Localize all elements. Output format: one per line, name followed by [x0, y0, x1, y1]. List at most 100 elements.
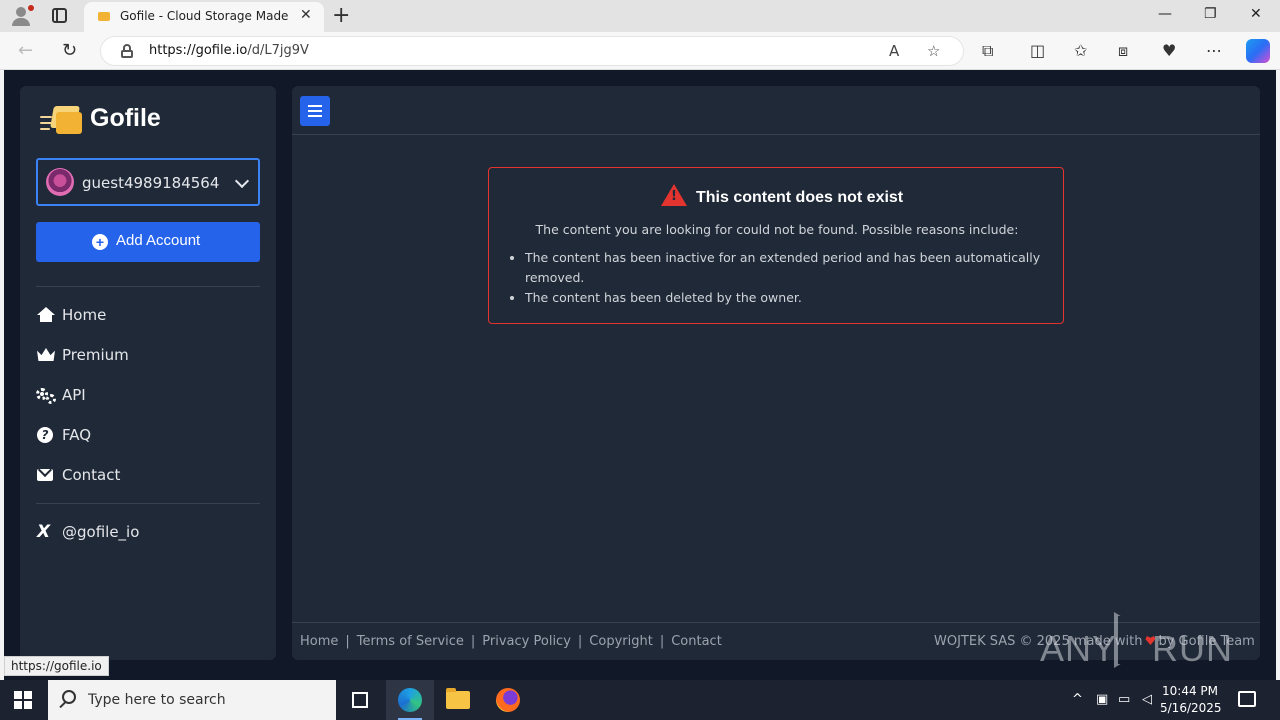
- footer-link-terms[interactable]: Terms of Service: [357, 634, 464, 649]
- sidebar-item-label: Premium: [62, 346, 129, 364]
- footer-links: Home | Terms of Service | Privacy Policy | Cop…: [300, 634, 722, 649]
- profile-icon[interactable]: [10, 5, 34, 27]
- favorites-icon[interactable]: ✩: [1074, 41, 1087, 60]
- footer-separator: |: [345, 634, 350, 649]
- footer-link-contact[interactable]: Contact: [671, 634, 722, 649]
- device-icon[interactable]: ▣: [1096, 692, 1108, 707]
- tab-actions-icon[interactable]: [52, 8, 67, 23]
- split-screen-icon[interactable]: ◫: [1030, 41, 1045, 60]
- social-handle: @gofile_io: [62, 523, 140, 541]
- alert-description: The content you are looking for could no…: [535, 222, 1019, 237]
- plus-circle-icon: +: [92, 234, 108, 250]
- performance-icon[interactable]: ♥: [1162, 41, 1176, 60]
- collections-icon[interactable]: ⧈: [1118, 41, 1128, 61]
- tab-close-icon[interactable]: ✕: [300, 7, 312, 23]
- taskbar-clock[interactable]: 10:44 PM 5/16/2025: [1160, 683, 1222, 717]
- alert-title: This content does not exist: [696, 189, 904, 206]
- add-account-button[interactable]: + Add Account: [36, 222, 260, 262]
- anyrun-watermark: ANY RUN: [1040, 612, 1232, 672]
- sidebar-divider: [36, 286, 260, 287]
- more-menu-icon[interactable]: ⋯: [1206, 41, 1222, 60]
- sidebar-item-contact[interactable]: Contact: [36, 460, 260, 490]
- sidebar-item-api[interactable]: API: [36, 380, 260, 410]
- header-divider: [292, 134, 1260, 135]
- edge-taskbar-button[interactable]: [386, 680, 434, 720]
- edge-icon: [398, 688, 422, 712]
- sidebar-item-label: API: [62, 386, 86, 404]
- hamburger-menu-button[interactable]: [300, 96, 330, 126]
- footer-separator: |: [659, 634, 665, 649]
- search-icon: [62, 690, 76, 704]
- search-placeholder: Type here to search: [88, 692, 226, 708]
- status-bar-url: https://gofile.io: [4, 656, 109, 676]
- new-tab-button[interactable]: +: [332, 3, 350, 28]
- sidebar-item-label: FAQ: [62, 426, 92, 444]
- page-background: Gofile guest4989184564 + Add Account Hom…: [4, 70, 1276, 680]
- chevron-down-icon: [234, 173, 250, 189]
- footer-link-home[interactable]: Home: [300, 634, 338, 649]
- reasons-list: The content has been inactive for an ext…: [525, 248, 1045, 308]
- notifications-icon[interactable]: [1238, 691, 1256, 707]
- minimize-button[interactable]: —: [1158, 6, 1172, 22]
- sidebar-item-faq[interactable]: ? FAQ: [36, 420, 260, 450]
- gofile-favicon-icon: [98, 12, 110, 21]
- browser-tab[interactable]: Gofile - Cloud Storage Made Sim ✕: [84, 2, 324, 32]
- network-icon[interactable]: ▭: [1118, 692, 1130, 707]
- footer-separator: |: [577, 634, 583, 649]
- windows-taskbar: Type here to search ^ ▣ ▭ ◁ 10:44 PM 5/1…: [0, 680, 1280, 720]
- lock-icon[interactable]: [121, 44, 133, 58]
- account-select[interactable]: guest4989184564: [36, 158, 260, 206]
- warning-triangle-icon: [661, 184, 687, 206]
- firefox-icon: [496, 688, 520, 712]
- footer-link-privacy[interactable]: Privacy Policy: [482, 634, 571, 649]
- sidebar-item-label: Home: [62, 306, 107, 324]
- list-item: The content has been inactive for an ext…: [525, 248, 1045, 288]
- gofile-logo-icon: [40, 104, 82, 136]
- read-aloud-icon[interactable]: A: [889, 42, 899, 60]
- clock-date: 5/16/2025: [1160, 701, 1222, 715]
- tab-title: Gofile - Cloud Storage Made Sim: [120, 9, 292, 23]
- gears-icon: [36, 385, 56, 405]
- folder-icon: [446, 688, 470, 709]
- main-panel: This content does not exist The content …: [292, 86, 1260, 660]
- brand-name: Gofile: [90, 104, 161, 132]
- footer-separator: |: [470, 634, 476, 649]
- back-icon[interactable]: ←: [18, 40, 33, 61]
- sidebar-divider: [36, 503, 260, 504]
- sidebar-item-premium[interactable]: Premium: [36, 340, 260, 370]
- volume-icon[interactable]: ◁: [1142, 692, 1152, 707]
- browser-tab-bar: Gofile - Cloud Storage Made Sim ✕ + — ❐ …: [0, 0, 1280, 32]
- url-text[interactable]: https://gofile.io/d/L7jg9V: [149, 43, 309, 58]
- copilot-icon[interactable]: [1246, 39, 1270, 63]
- account-name: guest4989184564: [82, 174, 220, 192]
- file-explorer-taskbar-button[interactable]: [434, 680, 482, 720]
- close-window-button[interactable]: ✕: [1250, 6, 1262, 22]
- crown-icon: [36, 345, 56, 365]
- avatar: [46, 168, 74, 196]
- add-account-label: Add Account: [116, 232, 201, 249]
- clock-time: 10:44 PM: [1162, 684, 1218, 698]
- sidebar-item-home[interactable]: Home: [36, 300, 260, 330]
- envelope-icon: [36, 465, 56, 485]
- brand-logo[interactable]: Gofile: [34, 100, 254, 140]
- tray-overflow-icon[interactable]: ^: [1072, 692, 1083, 707]
- list-item: The content has been deleted by the owne…: [525, 288, 1045, 308]
- sidebar-item-label: Contact: [62, 466, 121, 484]
- sidebar: Gofile guest4989184564 + Add Account Hom…: [20, 86, 276, 660]
- windows-start-icon[interactable]: [14, 691, 32, 709]
- refresh-icon[interactable]: ↻: [62, 40, 77, 61]
- url-field[interactable]: https://gofile.io/d/L7jg9V A ☆: [100, 36, 964, 66]
- restore-button[interactable]: ❐: [1204, 6, 1217, 22]
- question-circle-icon: ?: [36, 425, 56, 445]
- home-icon: [36, 305, 56, 325]
- sidebar-item-x-social[interactable]: X @gofile_io: [36, 517, 260, 547]
- firefox-taskbar-button[interactable]: [484, 680, 532, 720]
- favorite-star-icon[interactable]: ☆: [927, 42, 940, 60]
- task-view-icon: [352, 692, 368, 708]
- x-logo-icon: X: [37, 522, 51, 542]
- task-view-button[interactable]: [336, 680, 384, 720]
- error-alert: This content does not exist The content …: [488, 167, 1064, 324]
- taskbar-search-input[interactable]: Type here to search: [48, 680, 336, 720]
- footer-link-copyright[interactable]: Copyright: [589, 634, 653, 649]
- extensions-icon[interactable]: ⧉: [982, 41, 993, 61]
